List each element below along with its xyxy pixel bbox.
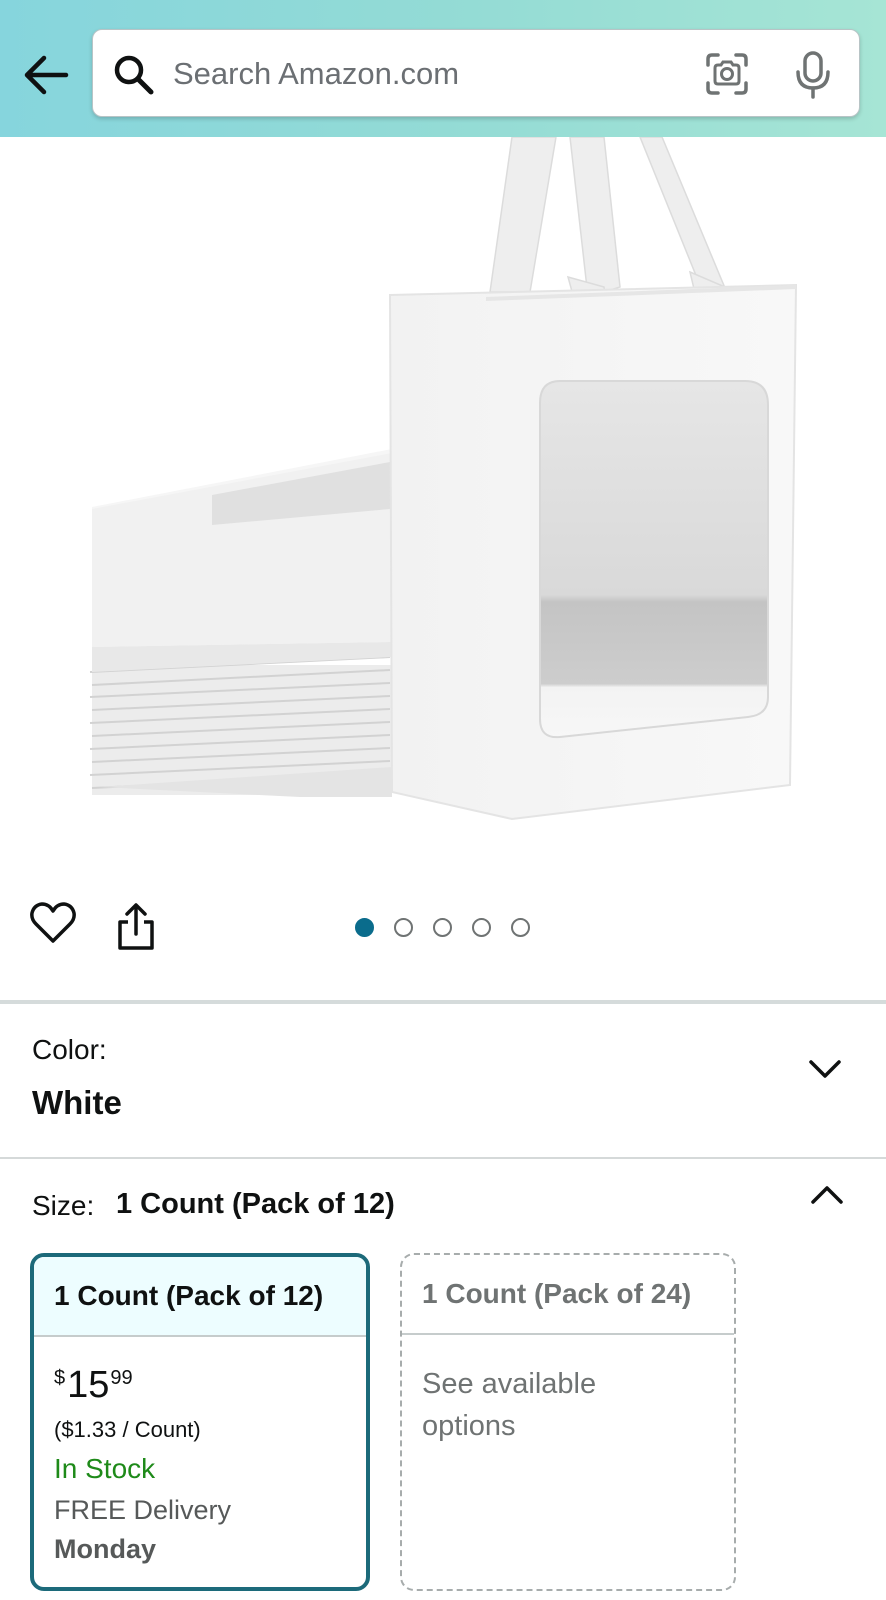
color-value: White: [32, 1084, 122, 1121]
carousel-dot[interactable]: [394, 918, 413, 937]
unit-price: ($1.33 / Count): [54, 1417, 201, 1442]
carousel-dot[interactable]: [433, 918, 452, 937]
chevron-up-icon[interactable]: [810, 1184, 844, 1206]
carousel-dot[interactable]: [472, 918, 491, 937]
color-selector[interactable]: Color: White: [0, 1004, 886, 1159]
stacked-bags: [89, 449, 392, 797]
camera-lens-icon[interactable]: [705, 52, 749, 96]
delivery-day: Monday: [54, 1534, 157, 1564]
microphone-icon[interactable]: [793, 50, 833, 100]
carousel-dot[interactable]: [355, 918, 374, 937]
delivery-info: FREE Delivery: [54, 1495, 232, 1525]
search-box[interactable]: [92, 29, 860, 117]
section-divider: [0, 1157, 886, 1159]
back-arrow-icon[interactable]: [22, 52, 70, 98]
heart-icon[interactable]: [30, 902, 76, 944]
see-available-options: See available options: [422, 1368, 597, 1442]
image-carousel-dots: [355, 918, 530, 938]
price-whole: 15: [67, 1364, 110, 1406]
search-icon[interactable]: [113, 54, 155, 96]
share-icon[interactable]: [114, 902, 158, 952]
price: $ 15 99: [54, 1365, 346, 1405]
price-symbol: $: [54, 1367, 66, 1389]
chevron-down-icon[interactable]: [808, 1058, 842, 1080]
size-option-pack-of-12[interactable]: 1 Count (Pack of 12) $ 15 99 ($1.33 / Co…: [30, 1253, 370, 1591]
search-input[interactable]: [173, 50, 673, 98]
carousel-dot[interactable]: [511, 918, 530, 937]
color-label: Color:: [32, 1034, 107, 1065]
size-label: Size:: [32, 1190, 95, 1221]
size-option-title: 1 Count (Pack of 12): [34, 1257, 366, 1337]
stock-status: In Stock: [54, 1453, 156, 1484]
price-fraction: 99: [110, 1367, 133, 1389]
product-image[interactable]: [0, 136, 886, 867]
top-search-bar: [0, 0, 886, 137]
size-value: 1 Count (Pack of 12): [116, 1188, 395, 1220]
size-option-title: 1 Count (Pack of 24): [402, 1255, 734, 1335]
size-option-pack-of-24[interactable]: 1 Count (Pack of 24) See available optio…: [400, 1253, 736, 1591]
